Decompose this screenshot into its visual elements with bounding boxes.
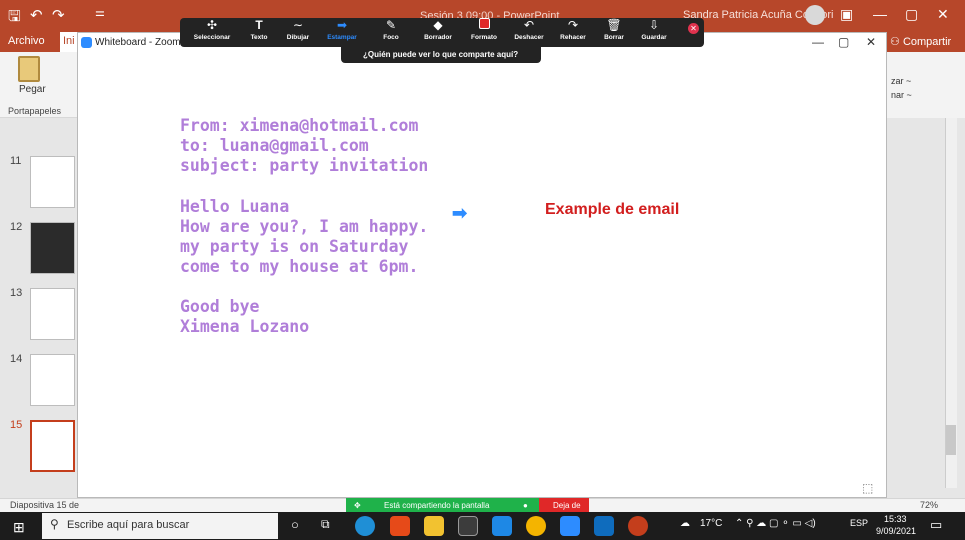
customize-icon[interactable]: ⚌	[95, 6, 105, 19]
email-signature: Ximena Lozano	[180, 317, 310, 336]
tool-label: Guardar	[641, 34, 667, 41]
tool-label: Dibujar	[286, 34, 310, 41]
paste-icon[interactable]	[18, 56, 40, 82]
stamp-tool[interactable]: ➡ Estampar	[317, 18, 367, 47]
office-icon[interactable]	[390, 516, 410, 536]
email-body-line: my party is on Saturday	[180, 237, 409, 256]
eraser-icon: ◆	[433, 18, 443, 32]
stamp-icon: ➡	[336, 18, 348, 32]
edge-icon[interactable]	[355, 516, 375, 536]
weather-icon: ☁	[680, 518, 690, 529]
format-tool[interactable]: Formato	[459, 18, 509, 47]
slide-number: 14	[10, 353, 23, 365]
eraser-tool[interactable]: ◆ Borrador	[413, 18, 463, 47]
zoom-app-icon[interactable]	[560, 516, 580, 536]
slide-number: 11	[10, 155, 22, 167]
tool-label: Deshacer	[514, 34, 544, 41]
chrome-icon[interactable]	[526, 516, 546, 536]
slide-thumbnail[interactable]	[30, 354, 75, 406]
slide-thumbnail[interactable]	[30, 156, 75, 208]
email-subject: subject: party invitation	[180, 156, 429, 175]
clock-time[interactable]: 15:33	[884, 514, 907, 524]
redo-icon[interactable]: ↷	[52, 6, 65, 24]
window-close-icon[interactable]: ✕	[866, 35, 876, 49]
draw-icon: ∼	[292, 18, 304, 32]
notification-icon[interactable]: ▭	[930, 517, 942, 533]
format-icon	[459, 18, 509, 33]
slide-thumbnail[interactable]	[30, 222, 75, 274]
tool-label: Seleccionar	[193, 34, 231, 41]
store-icon[interactable]	[458, 516, 478, 536]
avatar[interactable]	[805, 5, 825, 25]
tool-label: Formato	[471, 34, 497, 41]
cortana-icon[interactable]: ○	[291, 517, 299, 532]
email-body-line: come to my house at 6pm.	[180, 257, 419, 276]
arrow-stamp-icon: ➡	[452, 203, 468, 223]
clock-date[interactable]: 9/09/2021	[876, 526, 916, 536]
move-icon: ✣	[206, 18, 218, 32]
system-tray-icons[interactable]: ⌃ ⚲ ☁ ▢ ⚬ ▭ ◁)	[735, 518, 816, 529]
paste-button-label[interactable]: Pegar	[19, 84, 46, 95]
mail-icon[interactable]	[492, 516, 512, 536]
save-icon[interactable]: 🖫	[8, 6, 21, 31]
undo-icon[interactable]: ↶	[30, 6, 43, 24]
zoom-level[interactable]: 72%	[920, 500, 938, 510]
ribbon-item[interactable]: zar ~	[891, 76, 911, 86]
slide-number: 12	[10, 221, 23, 233]
draw-tool[interactable]: ∼ Dibujar	[273, 18, 323, 47]
save-icon: ⇩	[648, 18, 660, 32]
person-icon: ⚇	[890, 36, 900, 48]
minimize-icon[interactable]: —	[873, 6, 887, 22]
spotlight-icon: ✎	[385, 18, 397, 32]
slide-thumbnail-panel: 11 12 13 14 15	[0, 118, 80, 498]
who-can-see-notice[interactable]: ¿Quién puede ver lo que comparte aquí?	[341, 47, 541, 63]
tool-label: Borrador	[424, 34, 452, 41]
slide-number: 13	[10, 287, 23, 299]
whiteboard-corner-icon[interactable]: ⬚	[862, 481, 873, 495]
slide-thumbnail[interactable]	[30, 288, 75, 340]
search-placeholder: Escribe aquí para buscar	[67, 519, 190, 531]
scrollbar-thumb[interactable]	[946, 425, 956, 455]
example-label: Example de email	[545, 201, 680, 218]
email-body-line: How are you?, I am happy.	[180, 217, 429, 236]
tool-label: Foco	[383, 34, 399, 41]
clipboard-group-label: Portapapeles	[8, 106, 62, 116]
share-label: Compartir	[902, 36, 952, 48]
slide-number: 15	[10, 419, 23, 431]
email-to: to: luana@gmail.com	[180, 136, 369, 155]
task-view-icon[interactable]: ⧉	[321, 517, 330, 532]
stop-share-label: Deja de	[553, 501, 581, 510]
toolbar-close-icon[interactable]: ✕	[688, 23, 699, 34]
right-ribbon: zar ~ nar ~	[887, 52, 965, 118]
powerpoint-icon[interactable]	[628, 516, 648, 536]
share-button[interactable]: ⚇ Compartir	[890, 35, 951, 48]
file-explorer-icon[interactable]	[424, 516, 444, 536]
windows-start-icon[interactable]: ⊞	[13, 519, 25, 536]
window-minimize-icon[interactable]: —	[812, 35, 824, 49]
weather-temperature[interactable]: 17°C	[700, 518, 722, 529]
slide-thumbnail-selected[interactable]	[30, 420, 75, 472]
email-greeting: Hello Luana	[180, 197, 290, 216]
language-indicator[interactable]: ESP	[850, 518, 868, 528]
ribbon-display-icon[interactable]: ▣	[840, 6, 853, 23]
window-maximize-icon[interactable]: ▢	[838, 35, 849, 49]
outlook-icon[interactable]	[594, 516, 614, 536]
whiteboard-window-title: Whiteboard - Zoom	[95, 37, 181, 48]
maximize-icon[interactable]: ▢	[905, 6, 918, 23]
close-icon[interactable]: ✕	[937, 6, 949, 23]
spotlight-tool[interactable]: ✎ Foco	[366, 18, 416, 47]
who-can-see-text: ¿Quién puede ver lo que comparte aquí?	[363, 50, 519, 59]
ribbon-item[interactable]: nar ~	[891, 90, 912, 100]
tab-archivo[interactable]: Archivo	[8, 35, 45, 47]
email-closing: Good bye	[180, 297, 260, 316]
tool-label: Estampar	[327, 34, 357, 41]
undo-icon: ↶	[523, 18, 535, 32]
search-icon: ⚲	[50, 517, 59, 531]
slide-count: Diapositiva 15 de	[10, 500, 80, 510]
save-tool[interactable]: ⇩ Guardar	[629, 18, 679, 47]
undo-tool[interactable]: ↶ Deshacer	[504, 18, 554, 47]
email-from: From: ximena@hotmail.com	[180, 116, 419, 135]
select-tool[interactable]: ✣ Seleccionar	[187, 18, 237, 47]
zoom-icon	[81, 37, 92, 48]
